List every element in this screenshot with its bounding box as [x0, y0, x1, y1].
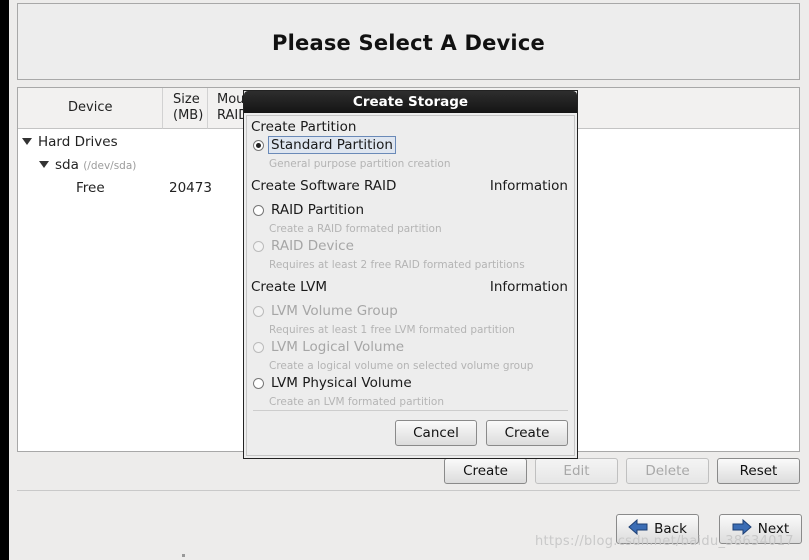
triangle-down-icon[interactable]	[22, 138, 32, 145]
option-raid-partition[interactable]: RAID Partition	[253, 202, 364, 218]
size-line-2: (MB)	[173, 108, 204, 123]
triangle-down-icon[interactable]	[39, 161, 49, 168]
raid-partition-desc: Create a RAID formated partition	[269, 223, 442, 235]
lvm-logical-volume-label: LVM Logical Volume	[271, 339, 405, 355]
free-label: Free	[76, 180, 105, 196]
radio-icon[interactable]	[253, 341, 264, 353]
lvm-physical-volume-desc: Create an LVM formated partition	[269, 396, 444, 408]
standard-partition-label: Standard Partition	[268, 136, 396, 154]
lvm-volume-group-label: LVM Volume Group	[271, 303, 398, 319]
radio-icon[interactable]	[253, 204, 264, 216]
free-size: 20473	[169, 180, 212, 196]
sda-path: (/dev/sda)	[83, 160, 137, 172]
raid-device-desc: Requires at least 2 free RAID formated p…	[269, 259, 525, 271]
edit-button[interactable]: Edit	[535, 458, 618, 484]
create-storage-dialog: Create Storage Create Partition Standard…	[243, 90, 578, 459]
lvm-logical-volume-desc: Create a logical volume on selected volu…	[269, 360, 534, 372]
tree-row-sda[interactable]: sda (/dev/sda)	[39, 157, 136, 173]
dialog-body: Create Partition Standard Partition Gene…	[246, 115, 575, 456]
section-create-lvm: Create LVM	[251, 279, 328, 295]
standard-partition-desc: General purpose partition creation	[269, 158, 451, 170]
radio-icon[interactable]	[253, 305, 264, 317]
raid-information-label: Information	[489, 178, 568, 194]
section-create-partition: Create Partition	[251, 119, 357, 135]
window-edge	[0, 0, 9, 560]
separator	[17, 490, 800, 491]
tree-row-free[interactable]: Free	[76, 180, 105, 196]
reset-button[interactable]: Reset	[717, 458, 800, 484]
radio-icon[interactable]	[253, 139, 264, 151]
raid-partition-label: RAID Partition	[271, 202, 364, 218]
option-raid-device[interactable]: RAID Device	[253, 238, 354, 254]
tree-row-hard-drives[interactable]: Hard Drives	[22, 134, 118, 150]
option-lvm-volume-group[interactable]: LVM Volume Group	[253, 303, 398, 319]
mount-line-1: Mou	[217, 92, 245, 107]
size-line-1: Size	[173, 92, 200, 107]
radio-icon[interactable]	[253, 377, 264, 389]
option-lvm-logical-volume[interactable]: LVM Logical Volume	[253, 339, 404, 355]
option-standard-partition[interactable]: Standard Partition	[253, 136, 396, 154]
lvm-information-label: Information	[489, 279, 568, 295]
lvm-physical-volume-label: LVM Physical Volume	[271, 375, 412, 391]
column-header-size[interactable]: Size (MB)	[163, 88, 208, 129]
delete-button[interactable]: Delete	[626, 458, 709, 484]
raid-device-label: RAID Device	[271, 238, 354, 254]
page-title: Please Select A Device	[272, 31, 545, 55]
dialog-cancel-button[interactable]: Cancel	[395, 420, 477, 446]
column-device-label: Device	[68, 100, 113, 115]
dialog-title[interactable]: Create Storage	[244, 91, 577, 113]
lvm-volume-group-desc: Requires at least 1 free LVM formated pa…	[269, 324, 515, 336]
decorative-dot	[182, 554, 185, 557]
header-panel: Please Select A Device	[17, 3, 800, 80]
option-lvm-physical-volume[interactable]: LVM Physical Volume	[253, 375, 412, 391]
watermark-text: https://blog.csdn.net/baidu_38634017	[535, 534, 794, 549]
column-header-device[interactable]: Device	[18, 88, 163, 129]
sda-label: sda	[55, 157, 79, 173]
hard-drives-label: Hard Drives	[38, 134, 118, 150]
dialog-create-button[interactable]: Create	[486, 420, 568, 446]
column-size-label: Size (MB)	[173, 92, 203, 124]
radio-icon[interactable]	[253, 240, 264, 252]
dialog-separator	[253, 410, 568, 411]
section-create-raid: Create Software RAID	[251, 178, 397, 194]
create-button[interactable]: Create	[444, 458, 527, 484]
